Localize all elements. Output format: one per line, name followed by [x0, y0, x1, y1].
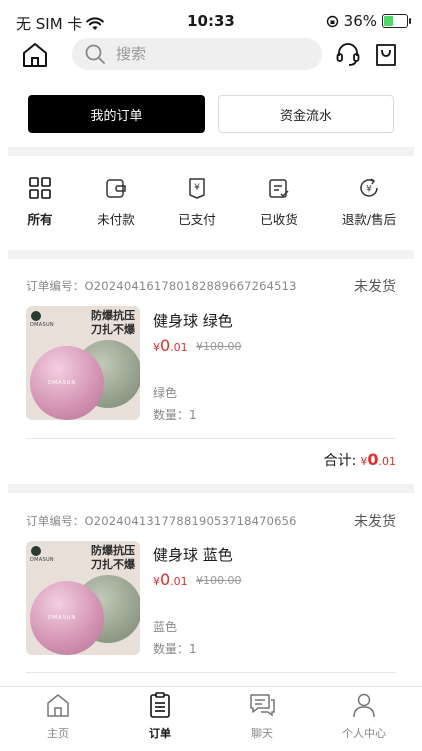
nav-label: 订单 [149, 727, 171, 740]
order-number: 订单编号：O202404161780182889667264513 [26, 279, 297, 293]
person-icon [353, 693, 375, 718]
svg-text:¥: ¥ [194, 183, 200, 193]
order-header: 订单编号：O202404131778819053718470656 未发货 [26, 511, 396, 531]
paid-receipt-icon: ¥ [189, 178, 205, 199]
product-image[interactable]: DMASUN 防爆抗压 刀扎不爆 DMASUN [26, 541, 140, 655]
wallet-icon [106, 179, 126, 198]
order-card[interactable]: 订单编号：O202404131778819053718470656 未发货 DM… [0, 511, 422, 686]
tab-received[interactable]: 已收货 [239, 170, 319, 228]
nav-label: 主页 [47, 727, 69, 740]
tab-unpaid[interactable]: 未付款 [76, 170, 156, 228]
image-brand: DMASUN [30, 322, 54, 328]
product-name[interactable]: 健身球 蓝色 [153, 544, 233, 565]
section-divider [8, 250, 414, 259]
separator [26, 672, 396, 673]
status-bar: 无 SIM 卡 10:33 36% [0, 0, 422, 40]
original-price: ¥100.00 [196, 340, 242, 353]
order-status-tabs: 所有 未付款 ¥ 已支付 已收货 ¥ 退款/售后 [0, 170, 422, 240]
product-spec: 蓝色 [153, 620, 178, 634]
product-spec: 绿色 [153, 386, 178, 400]
chat-icon [250, 694, 275, 717]
nav-chat[interactable]: 聊天 [222, 691, 302, 741]
grid-icon [29, 177, 51, 199]
order-status: 未发货 [354, 514, 396, 530]
brand-logo [31, 546, 41, 556]
product-quantity: 数量：1 [153, 642, 197, 656]
home-icon[interactable] [20, 40, 50, 70]
tab-label: 所有 [27, 212, 53, 227]
ball-print: DMASUN [48, 380, 77, 386]
original-price: ¥100.00 [196, 574, 242, 587]
nav-orders[interactable]: 订单 [120, 691, 200, 741]
section-divider [8, 147, 414, 156]
product-quantity: 数量：1 [153, 408, 197, 422]
tab-label: 已支付 [178, 212, 216, 227]
search-bar[interactable] [72, 38, 322, 70]
search-icon [85, 44, 105, 64]
search-input[interactable] [114, 44, 298, 64]
tab-label: 已收货 [260, 212, 298, 227]
image-slogan: 防爆抗压 刀扎不爆 [91, 544, 135, 571]
tab-refund[interactable]: ¥ 退款/售后 [329, 170, 409, 228]
order-card[interactable]: 订单编号：O202404161780182889667264513 未发货 DM… [0, 276, 422, 476]
product-name[interactable]: 健身球 绿色 [153, 310, 233, 331]
section-divider [8, 484, 414, 493]
ball-print: DMASUN [48, 615, 77, 621]
tab-all[interactable]: 所有 [0, 170, 80, 228]
tab-label: 退款/售后 [341, 212, 397, 227]
nav-profile[interactable]: 个人中心 [324, 691, 404, 741]
battery-percent: 36% [343, 12, 377, 30]
status-right: 36% [326, 12, 411, 30]
battery-charging-icon [382, 14, 411, 28]
order-total: 合计: ¥0.01 [323, 450, 396, 469]
product-price: ¥0.01 [153, 570, 188, 589]
header [0, 36, 422, 72]
brand-logo [31, 311, 41, 321]
nav-label: 聊天 [251, 727, 273, 740]
my-orders-button[interactable]: 我的订单 [28, 95, 205, 133]
product-image[interactable]: DMASUN 防爆抗压 刀扎不爆 DMASUN [26, 306, 140, 420]
order-header: 订单编号：O202404161780182889667264513 未发货 [26, 276, 396, 296]
refund-icon: ¥ [360, 178, 378, 197]
bottom-nav: 主页 订单 聊天 个人中心 [0, 686, 422, 751]
tab-paid[interactable]: ¥ 已支付 [157, 170, 237, 228]
headset-icon[interactable] [334, 40, 362, 68]
shopping-bag-icon[interactable] [372, 40, 400, 68]
nav-home[interactable]: 主页 [18, 691, 98, 741]
order-status: 未发货 [354, 279, 396, 295]
svg-text:¥: ¥ [366, 185, 372, 195]
orientation-lock-icon [326, 15, 338, 27]
received-box-icon [269, 179, 289, 198]
image-slogan: 防爆抗压 刀扎不爆 [91, 309, 135, 336]
order-list-icon [150, 692, 170, 718]
tab-label: 未付款 [97, 212, 135, 227]
image-brand: DMASUN [30, 557, 54, 563]
order-number: 订单编号：O202404131778819053718470656 [26, 514, 297, 528]
nav-label: 个人中心 [342, 727, 386, 740]
home-icon [47, 694, 69, 717]
separator [26, 438, 396, 439]
fund-flow-button[interactable]: 资金流水 [218, 95, 394, 133]
product-price: ¥0.01 [153, 336, 188, 355]
